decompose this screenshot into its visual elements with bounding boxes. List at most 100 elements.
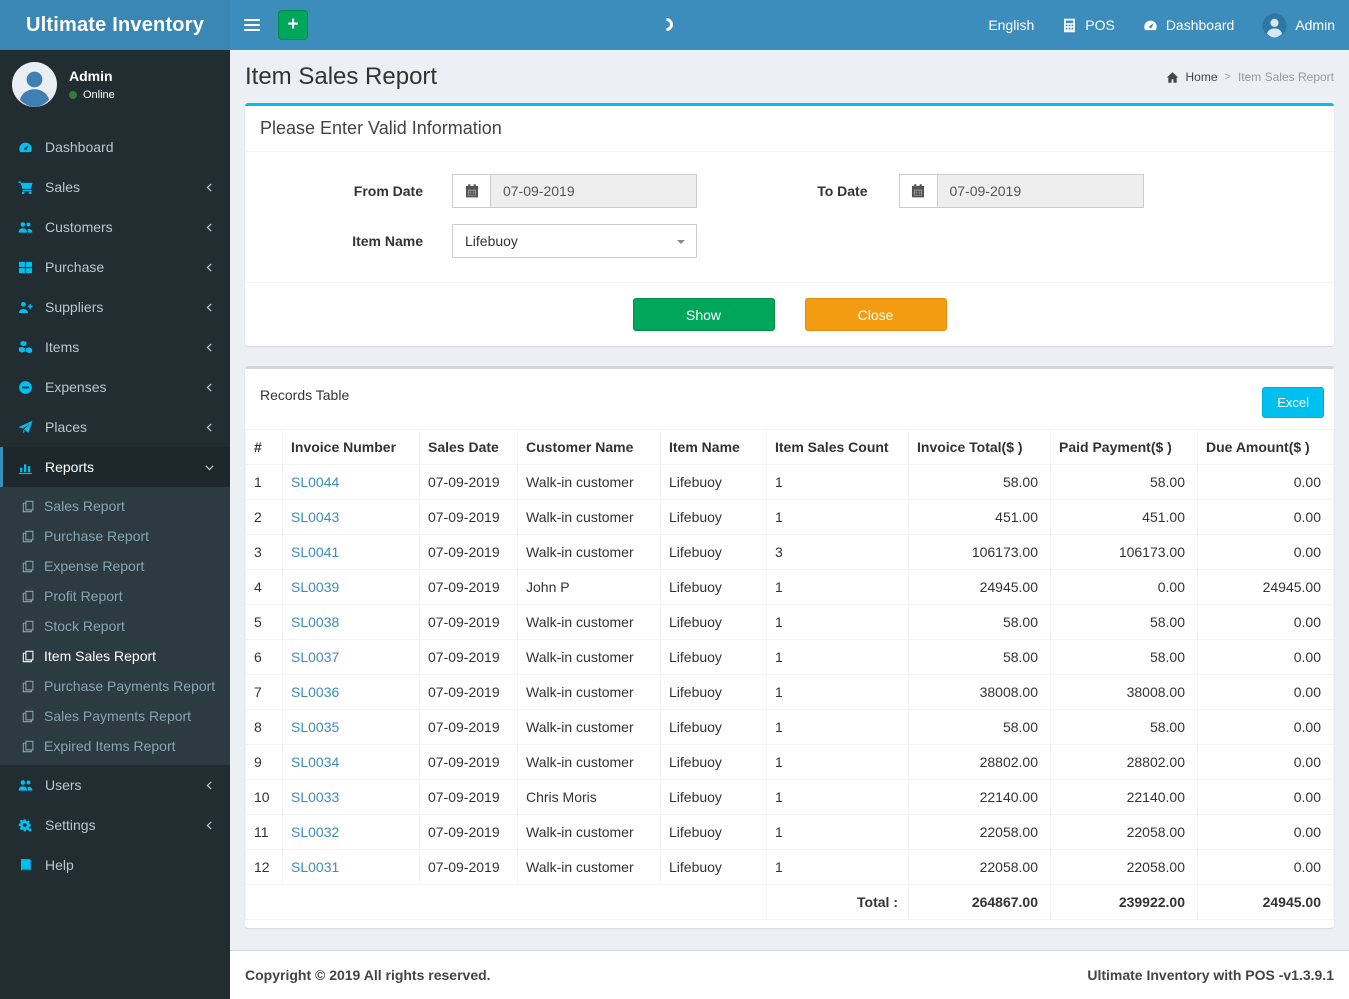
cell-count: 1 <box>766 849 909 885</box>
copy-icon <box>22 710 35 723</box>
sidebar-subitem-purchase-report[interactable]: Purchase Report <box>0 521 230 551</box>
cell-due: 0.00 <box>1197 849 1334 885</box>
sidebar-subitem-item-sales-report[interactable]: Item Sales Report <box>0 641 230 671</box>
cell-customer: Walk-in customer <box>517 849 661 885</box>
navbar-item-dashboard[interactable]: Dashboard <box>1129 0 1249 50</box>
cell-invoice: SL0039 <box>282 569 420 605</box>
total-paid-payment: 239922.00 <box>1050 884 1198 920</box>
invoice-link[interactable]: SL0039 <box>291 579 339 595</box>
from-date-label: From Date <box>353 183 423 199</box>
close-button[interactable]: Close <box>804 298 947 331</box>
from-date-input[interactable] <box>490 174 697 208</box>
records-table-header-row: # Invoice Number Sales Date Customer Name It… <box>245 429 1334 465</box>
table-row: 8 SL0035 07-09-2019 Walk-in customer Lifebuo… <box>245 709 1334 745</box>
cell-count: 1 <box>766 604 909 640</box>
cell-due: 0.00 <box>1197 814 1334 850</box>
cell-item: Lifebuoy <box>660 464 767 500</box>
invoice-link[interactable]: SL0037 <box>291 649 339 665</box>
invoice-link[interactable]: SL0044 <box>291 474 339 490</box>
invoice-link[interactable]: SL0035 <box>291 719 339 735</box>
table-row: 4 SL0039 07-09-2019 John P Lifebuoy 1 24945.00… <box>245 569 1334 605</box>
table-row: 10 SL0033 07-09-2019 Chris Moris Lifebuoy 1 22… <box>245 779 1334 815</box>
cell-num: 6 <box>245 639 283 675</box>
cart-icon <box>18 180 45 195</box>
to-date-input[interactable] <box>936 174 1144 208</box>
cell-customer: Walk-in customer <box>517 744 661 780</box>
sidebar-item-label: Suppliers <box>45 299 104 315</box>
breadcrumb-home[interactable]: Home <box>1186 70 1218 84</box>
sidebar-item-items[interactable]: Items <box>0 327 230 367</box>
app-logo[interactable]: Ultimate Inventory <box>0 0 230 50</box>
sidebar-subitem-sales-payments-report[interactable]: Sales Payments Report <box>0 701 230 731</box>
cell-due: 0.00 <box>1197 709 1334 745</box>
breadcrumb: Home > Item Sales Report <box>1166 70 1334 84</box>
invoice-link[interactable]: SL0034 <box>291 754 339 770</box>
cell-customer: Walk-in customer <box>517 464 661 500</box>
invoice-link[interactable]: SL0032 <box>291 824 339 840</box>
cell-total: 38008.00 <box>908 674 1051 710</box>
navbar-item-admin[interactable]: Admin <box>1248 0 1349 50</box>
item-name-selected-value: Lifebuoy <box>465 233 518 249</box>
add-button[interactable]: + <box>278 10 308 40</box>
sidebar-subitem-purchase-payments-report[interactable]: Purchase Payments Report <box>0 671 230 701</box>
cell-date: 07-09-2019 <box>419 709 518 745</box>
cell-item: Lifebuoy <box>660 534 767 570</box>
invoice-link[interactable]: SL0036 <box>291 684 339 700</box>
cell-date: 07-09-2019 <box>419 674 518 710</box>
cell-num: 5 <box>245 604 283 640</box>
cell-invoice: SL0031 <box>282 849 420 885</box>
navbar-item-label: Dashboard <box>1165 17 1235 33</box>
calendar-icon <box>452 174 490 208</box>
sidebar-item-label: Reports <box>45 459 95 475</box>
invoice-link[interactable]: SL0043 <box>291 509 339 525</box>
invoice-link[interactable]: SL0038 <box>291 614 339 630</box>
cell-num: 1 <box>245 464 283 500</box>
records-panel-title: Records Table <box>260 387 350 403</box>
excel-export-button[interactable]: Excel <box>1262 387 1324 418</box>
show-button[interactable]: Show <box>632 298 775 331</box>
sidebar-subitem-sales-report[interactable]: Sales Report <box>0 491 230 521</box>
sidebar-item-users[interactable]: Users <box>0 765 230 805</box>
sidebar-item-label: Users <box>45 777 82 793</box>
cell-date: 07-09-2019 <box>419 534 518 570</box>
sidebar-item-sales[interactable]: Sales <box>0 167 230 207</box>
invoice-link[interactable]: SL0041 <box>291 544 339 560</box>
sidebar-toggle-icon[interactable] <box>230 0 274 50</box>
sidebar-item-purchase[interactable]: Purchase <box>0 247 230 287</box>
navbar-item-english[interactable]: English <box>974 0 1048 50</box>
navbar-item-label: Admin <box>1295 17 1335 33</box>
cell-invoice: SL0038 <box>282 604 420 640</box>
cell-total: 58.00 <box>908 709 1051 745</box>
filter-panel-title: Please Enter Valid Information <box>245 106 1334 152</box>
sidebar-subitem-stock-report[interactable]: Stock Report <box>0 611 230 641</box>
item-name-select[interactable]: Lifebuoy <box>452 224 697 258</box>
sidebar-item-settings[interactable]: Settings <box>0 805 230 845</box>
sidebar-subitem-label: Purchase Report <box>44 528 150 544</box>
sidebar-item-expenses[interactable]: Expenses <box>0 367 230 407</box>
cell-paid: 58.00 <box>1050 709 1198 745</box>
cell-paid: 451.00 <box>1050 499 1198 535</box>
cell-invoice: SL0033 <box>282 779 420 815</box>
navbar-item-pos[interactable]: POS <box>1048 0 1129 50</box>
sidebar-item-reports[interactable]: Reports <box>0 447 230 487</box>
cell-date: 07-09-2019 <box>419 849 518 885</box>
sidebar-item-customers[interactable]: Customers <box>0 207 230 247</box>
total-row-spacer <box>245 884 767 920</box>
loading-spinner-icon <box>657 15 676 34</box>
cell-count: 1 <box>766 779 909 815</box>
cell-invoice: SL0035 <box>282 709 420 745</box>
cell-due: 0.00 <box>1197 639 1334 675</box>
cell-num: 2 <box>245 499 283 535</box>
sidebar-subitem-profit-report[interactable]: Profit Report <box>0 581 230 611</box>
sidebar-item-label: Expenses <box>45 379 107 395</box>
sidebar-item-suppliers[interactable]: Suppliers <box>0 287 230 327</box>
sidebar-item-help[interactable]: Help <box>0 845 230 885</box>
invoice-link[interactable]: SL0033 <box>291 789 339 805</box>
sidebar-item-dashboard[interactable]: Dashboard <box>0 127 230 167</box>
cell-customer: Walk-in customer <box>517 709 661 745</box>
chevron-left-icon <box>204 222 215 233</box>
sidebar-item-places[interactable]: Places <box>0 407 230 447</box>
invoice-link[interactable]: SL0031 <box>291 859 339 875</box>
sidebar-subitem-expense-report[interactable]: Expense Report <box>0 551 230 581</box>
sidebar-subitem-expired-items-report[interactable]: Expired Items Report <box>0 731 230 761</box>
